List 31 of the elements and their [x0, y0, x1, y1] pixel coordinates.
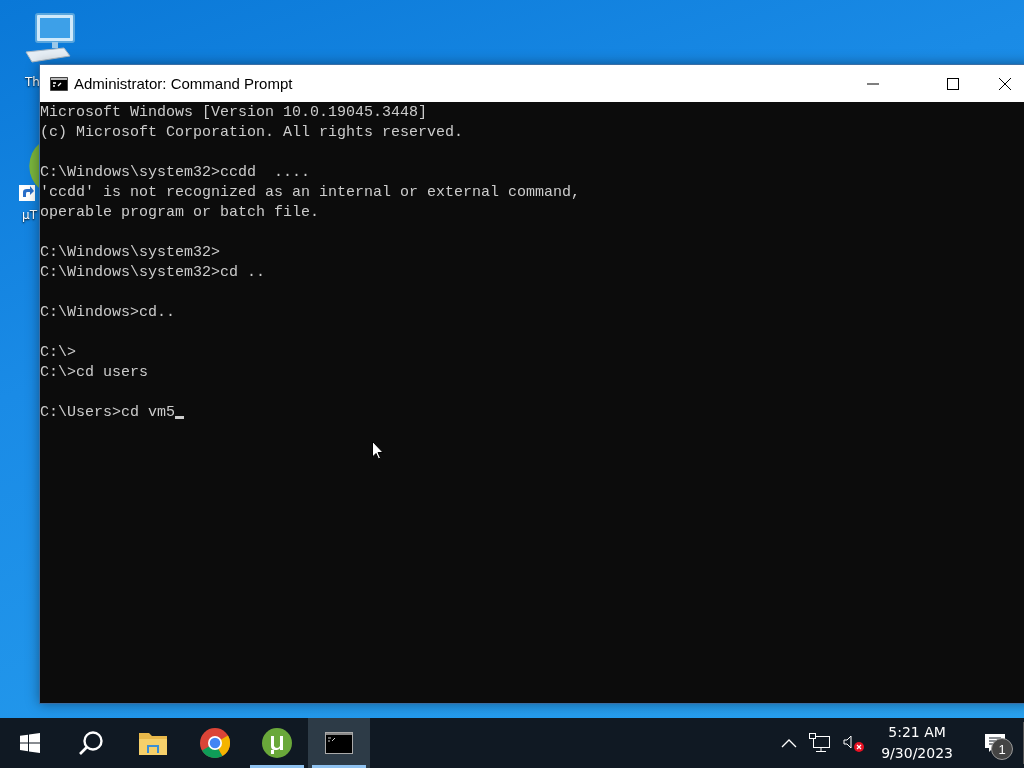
console-line: C:\>cd users	[40, 363, 149, 383]
terminal-icon	[50, 76, 68, 91]
console-line: C:\Windows\system32>ccdd ....	[40, 163, 311, 183]
console-line: C:\Users>cd vm5	[40, 403, 185, 423]
window-title: Administrator: Command Prompt	[74, 75, 294, 92]
console-line: C:\Windows\system32>cd ..	[40, 263, 266, 283]
console-line: 'ccdd' is not recognized as an internal or external command,	[40, 183, 581, 203]
muted-speaker-icon[interactable]	[843, 734, 866, 752]
chevron-up-icon[interactable]	[781, 738, 798, 748]
torrent-app-icon	[262, 728, 292, 758]
folder-icon	[139, 731, 167, 755]
icon-label: µT	[22, 208, 37, 222]
notification-button[interactable]: 1	[975, 723, 1015, 763]
taskbar-button[interactable]	[308, 718, 370, 768]
terminal-icon	[325, 732, 353, 754]
icon-label: Th	[25, 75, 40, 89]
console-line: C:\>	[40, 343, 76, 363]
maximize-icon	[947, 77, 959, 90]
clock[interactable]: 5:21 AM 9/30/2023	[881, 722, 953, 764]
search-icon	[78, 730, 104, 756]
network-icon[interactable]	[809, 733, 832, 753]
close-icon	[998, 76, 1012, 91]
mouse-pointer-icon	[372, 441, 384, 460]
windows-start-icon	[20, 733, 40, 753]
console-line: Microsoft Windows [Version 10.0.19045.3448]	[40, 103, 428, 123]
console-line: operable program or batch file.	[40, 203, 320, 223]
console-line: (c) Microsoft Corporation. All rights reserved.	[40, 123, 464, 143]
browser-icon	[200, 728, 230, 758]
console-line: C:\Windows>cd..	[40, 303, 176, 323]
console-line: C:\Windows\system32>	[40, 243, 221, 263]
minimize-icon	[867, 82, 879, 85]
